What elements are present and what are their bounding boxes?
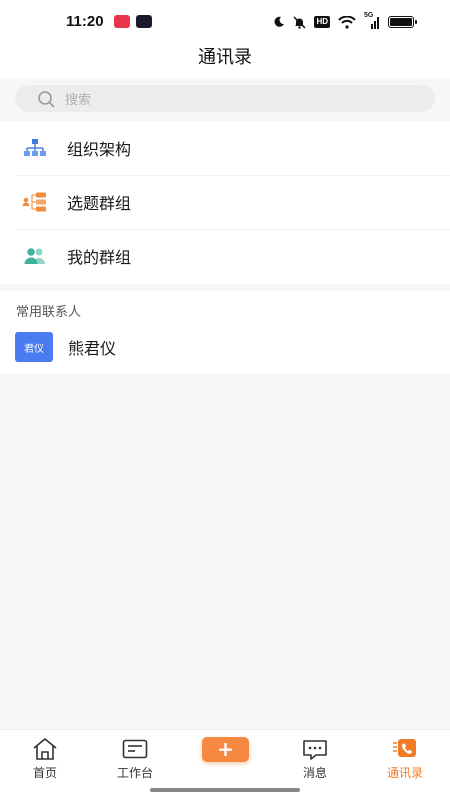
workbench-icon: [122, 739, 148, 759]
tiktok-notification-icon: [136, 15, 152, 28]
add-button[interactable]: +: [202, 737, 249, 762]
contact-name: 熊君仪: [68, 339, 117, 358]
home-indicator[interactable]: [150, 788, 300, 792]
wifi-icon: [338, 15, 356, 29]
menu-item-my-groups[interactable]: 我的群组: [0, 229, 450, 283]
home-icon: [33, 738, 57, 760]
search-input[interactable]: 搜索: [15, 85, 435, 112]
page-title: 通讯录: [198, 47, 252, 68]
my-group-icon: [22, 244, 48, 268]
tab-messages[interactable]: 消息: [270, 730, 360, 786]
battery-icon: [388, 16, 417, 28]
section-heading: 常用联系人: [16, 305, 82, 320]
menu-label: 选题群组: [67, 194, 132, 213]
tab-label: 首页: [32, 766, 57, 780]
hd-badge: HD: [314, 16, 330, 28]
search-area: 搜索: [0, 78, 450, 120]
app-notification-icon: [114, 15, 130, 28]
directory-menu: 组织架构 选题群组 我的群组: [0, 121, 450, 284]
search-icon: [38, 90, 55, 107]
page-header: 通讯录: [0, 42, 450, 78]
tab-label: 消息: [302, 766, 327, 780]
tab-label: 通讯录: [386, 766, 423, 780]
tab-workbench[interactable]: 工作台: [90, 730, 180, 786]
status-icons: HD 5G: [273, 12, 417, 31]
menu-label: 我的群组: [67, 248, 132, 267]
avatar: 君仪: [15, 332, 53, 362]
frequent-contacts-section: 常用联系人 君仪 熊君仪: [0, 291, 450, 374]
tab-home[interactable]: 首页: [0, 730, 90, 786]
message-icon: [303, 740, 327, 760]
org-chart-icon: [22, 136, 48, 160]
tab-label: 工作台: [116, 766, 153, 780]
contact-item[interactable]: 君仪 熊君仪: [15, 332, 116, 362]
menu-item-org-structure[interactable]: 组织架构: [0, 121, 450, 175]
contacts-icon: [393, 739, 416, 757]
topic-group-icon: [22, 190, 48, 214]
tab-contacts[interactable]: 通讯录: [360, 730, 450, 786]
mute-bell-icon: [293, 15, 306, 29]
search-placeholder: 搜索: [65, 93, 92, 108]
cellular-signal-icon: 5G: [364, 12, 380, 29]
status-time: 11:20: [66, 13, 104, 30]
status-bar: 11:20 HD 5G: [0, 0, 450, 42]
moon-icon: [274, 16, 285, 27]
menu-label: 组织架构: [67, 140, 132, 159]
menu-item-topic-groups[interactable]: 选题群组: [0, 175, 450, 229]
